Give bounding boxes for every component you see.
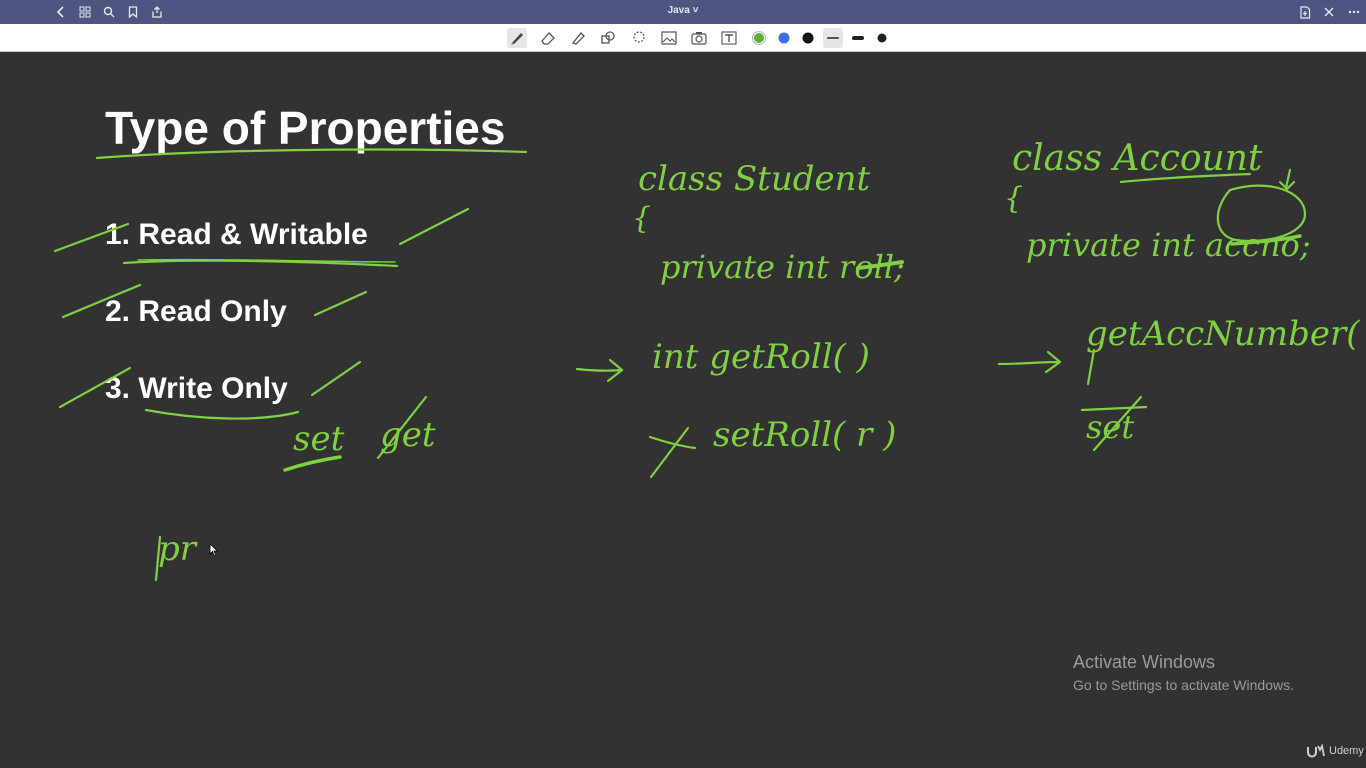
property-item-read-writable: 1. Read & Writable (105, 218, 368, 251)
color-swatch-blue[interactable] (774, 28, 794, 48)
activate-windows-subtext: Go to Settings to activate Windows. (1073, 677, 1294, 693)
color-swatch-green[interactable] (749, 28, 769, 48)
mouse-cursor-icon (209, 543, 219, 562)
stroke-thin[interactable] (823, 28, 843, 48)
eraser-icon[interactable] (538, 28, 558, 48)
color-swatch-black[interactable] (798, 28, 818, 48)
image-icon[interactable] (659, 28, 679, 48)
close-icon[interactable] (1321, 4, 1337, 20)
udemy-logo-icon (1307, 744, 1325, 758)
property-item-write-only: 3. Write Only (105, 372, 288, 405)
more-dots-icon[interactable] (1346, 4, 1362, 20)
activate-windows-heading: Activate Windows (1073, 652, 1216, 672)
lasso-icon[interactable] (629, 28, 649, 48)
highlighter-icon[interactable] (568, 28, 588, 48)
title-bar: Java ˅ (0, 0, 1366, 24)
swatch-fill-blue (778, 32, 790, 44)
stroke-thick[interactable] (872, 28, 892, 48)
udemy-brand-text: Udemy (1329, 745, 1364, 757)
text-box-icon[interactable] (719, 28, 739, 48)
drawing-toolbar (0, 24, 1366, 52)
stroke-medium[interactable] (848, 28, 868, 48)
property-item-read-only: 2. Read Only (105, 295, 287, 328)
export-page-icon[interactable] (1297, 4, 1313, 20)
activate-windows-watermark: Activate Windows Go to Settings to activ… (1073, 652, 1294, 693)
shapes-icon[interactable] (598, 28, 618, 48)
camera-icon[interactable] (689, 28, 709, 48)
swatch-fill-black (802, 32, 814, 44)
window-title[interactable]: Java ˅ (0, 5, 1366, 16)
udemy-logo: Udemy (1306, 744, 1364, 758)
slide-title: Type of Properties (105, 102, 506, 154)
swatch-fill-green (754, 33, 764, 43)
pen-tool-icon[interactable] (507, 28, 527, 48)
